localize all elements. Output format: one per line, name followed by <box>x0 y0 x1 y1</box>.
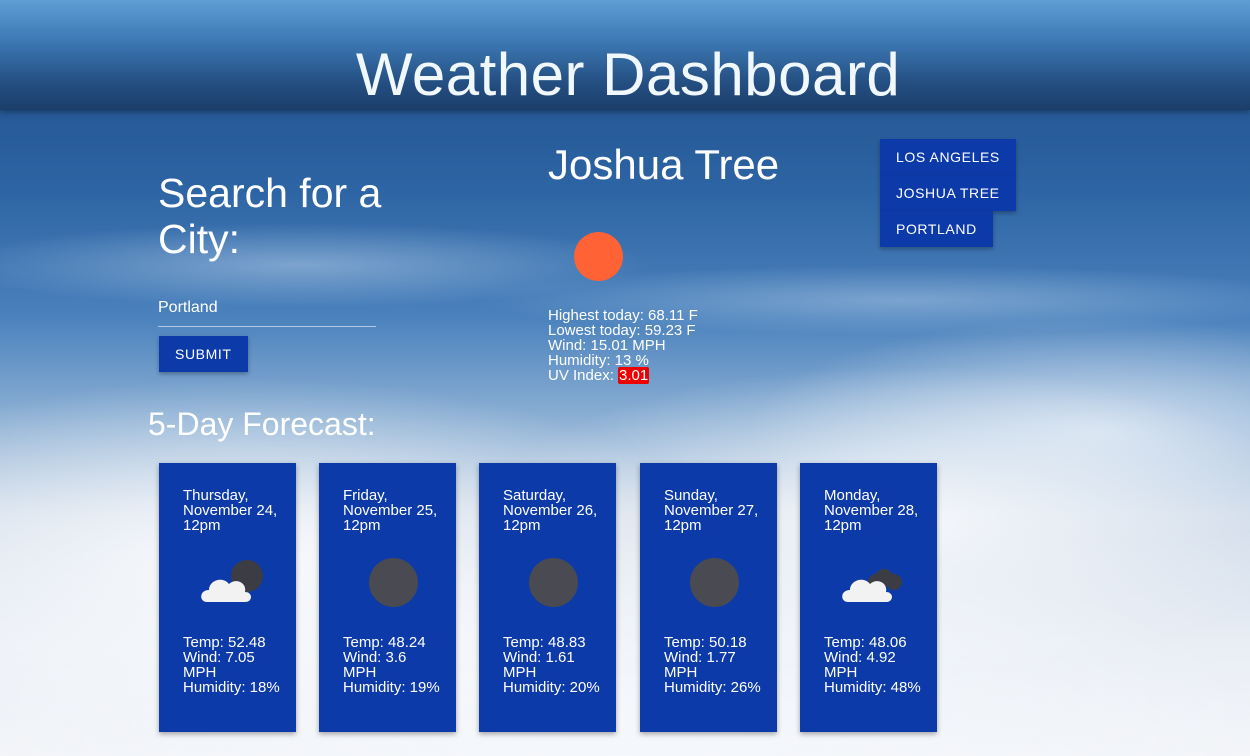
forecast-temp: Temp: 48.06 <box>824 634 907 651</box>
forecast-wind: Wind: 3.6 MPH <box>343 649 407 681</box>
page-title: Weather Dashboard <box>355 41 901 108</box>
forecast-humidity: Humidity: 18% <box>183 679 280 696</box>
forecast-info: Temp: 52.48 Wind: 7.05 MPH Humidity: 18% <box>183 635 283 695</box>
partly-cloudy-night-icon <box>199 558 263 608</box>
forecast-wind: Wind: 7.05 MPH <box>183 649 255 681</box>
current-city-name: Joshua Tree <box>548 141 780 188</box>
forecast-card: Thursday, November 24, 12pm Temp: 52.48 … <box>159 463 296 732</box>
forecast-temp: Temp: 52.48 <box>183 634 266 651</box>
forecast-info: Temp: 48.24 Wind: 3.6 MPH Humidity: 19% <box>343 635 443 695</box>
uv-index: UV Index: 3.01 <box>548 367 698 384</box>
uv-badge: 3.01 <box>618 367 650 384</box>
high-temp: Highest today: 68.11 F <box>548 307 698 324</box>
forecast-date: Monday, November 28, 12pm <box>824 487 919 534</box>
forecast-humidity: Humidity: 48% <box>824 679 921 696</box>
search-history: LOS ANGELES JOSHUA TREE PORTLAND <box>880 139 1016 247</box>
forecast-info: Temp: 48.06 Wind: 4.92 MPH Humidity: 48% <box>824 635 924 695</box>
forecast-date: Saturday, November 26, 12pm <box>503 487 598 534</box>
sun-icon <box>574 232 623 281</box>
forecast-wind: Wind: 1.61 MPH <box>503 649 575 681</box>
history-item-los-angeles[interactable]: LOS ANGELES <box>880 139 1016 175</box>
low-temp: Lowest today: 59.23 F <box>548 322 696 339</box>
forecast-card: Friday, November 25, 12pm Temp: 48.24 Wi… <box>319 463 456 732</box>
forecast-temp: Temp: 50.18 <box>664 634 747 651</box>
cloudy-night-icon <box>840 558 902 608</box>
forecast-card: Saturday, November 26, 12pm Temp: 48.83 … <box>479 463 616 732</box>
wind-speed: Wind: 15.01 MPH <box>548 337 666 354</box>
page-header: Weather Dashboard <box>0 0 1250 110</box>
clear-night-icon <box>359 558 419 608</box>
forecast-humidity: Humidity: 19% <box>343 679 440 696</box>
forecast-info: Temp: 50.18 Wind: 1.77 MPH Humidity: 26% <box>664 635 764 695</box>
search-heading: Search for a City: <box>158 170 382 262</box>
clear-night-icon <box>519 558 579 608</box>
forecast-wind: Wind: 4.92 MPH <box>824 649 896 681</box>
forecast-date: Sunday, November 27, 12pm <box>664 487 759 534</box>
history-item-joshua-tree[interactable]: JOSHUA TREE <box>880 175 1016 211</box>
current-weather-stats: Highest today: 68.11 F Lowest today: 59.… <box>548 307 698 384</box>
forecast-temp: Temp: 48.83 <box>503 634 586 651</box>
humidity: Humidity: 13 % <box>548 352 649 369</box>
forecast-humidity: Humidity: 20% <box>503 679 600 696</box>
forecast-wind: Wind: 1.77 MPH <box>664 649 736 681</box>
forecast-date: Thursday, November 24, 12pm <box>183 487 278 534</box>
forecast-info: Temp: 48.83 Wind: 1.61 MPH Humidity: 20% <box>503 635 603 695</box>
forecast-humidity: Humidity: 26% <box>664 679 761 696</box>
uv-label: UV Index: <box>548 367 619 384</box>
history-item-portland[interactable]: PORTLAND <box>880 211 993 247</box>
forecast-temp: Temp: 48.24 <box>343 634 426 651</box>
forecast-heading: 5-Day Forecast: <box>148 406 376 442</box>
forecast-card: Sunday, November 27, 12pm Temp: 50.18 Wi… <box>640 463 777 732</box>
clear-night-icon <box>680 558 740 608</box>
city-search-input[interactable] <box>158 290 376 327</box>
forecast-card: Monday, November 28, 12pm Temp: 48.06 Wi… <box>800 463 937 732</box>
forecast-date: Friday, November 25, 12pm <box>343 487 438 534</box>
submit-button[interactable]: SUBMIT <box>159 336 248 372</box>
